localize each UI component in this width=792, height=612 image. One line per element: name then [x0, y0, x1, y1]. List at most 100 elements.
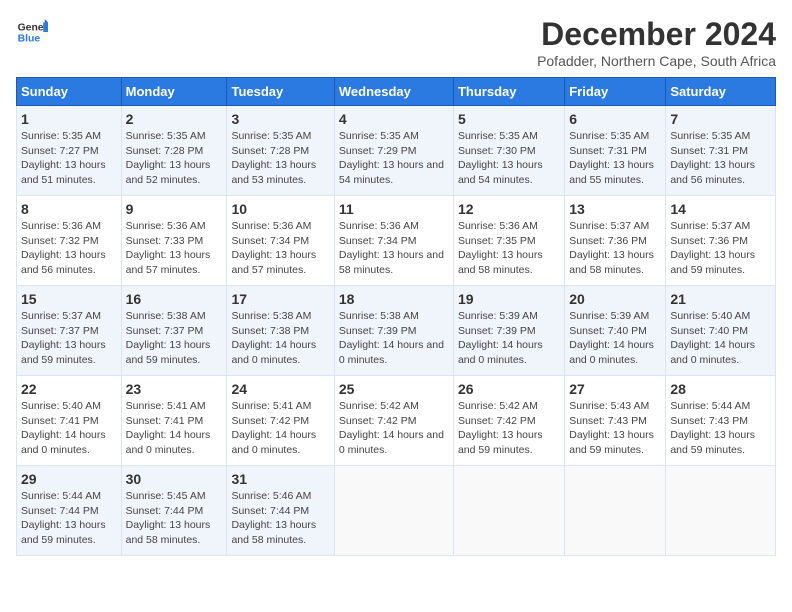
calendar-week-row: 29 Sunrise: 5:44 AM Sunset: 7:44 PM Dayl… [17, 466, 776, 556]
day-number: 13 [569, 201, 661, 217]
calendar-cell: 14 Sunrise: 5:37 AM Sunset: 7:36 PM Dayl… [666, 196, 776, 286]
calendar-cell: 2 Sunrise: 5:35 AM Sunset: 7:28 PM Dayli… [121, 106, 227, 196]
col-wednesday: Wednesday [334, 78, 453, 106]
calendar-cell: 26 Sunrise: 5:42 AM Sunset: 7:42 PM Dayl… [453, 376, 564, 466]
day-detail: Sunrise: 5:35 AM Sunset: 7:27 PM Dayligh… [21, 129, 117, 188]
day-detail: Sunrise: 5:38 AM Sunset: 7:38 PM Dayligh… [231, 309, 329, 368]
day-number: 3 [231, 111, 329, 127]
day-detail: Sunrise: 5:44 AM Sunset: 7:44 PM Dayligh… [21, 489, 117, 548]
calendar-table: Sunday Monday Tuesday Wednesday Thursday… [16, 77, 776, 556]
day-number: 10 [231, 201, 329, 217]
svg-text:Blue: Blue [18, 34, 41, 45]
page-header: General Blue December 2024 Pofadder, Nor… [16, 16, 776, 69]
day-detail: Sunrise: 5:36 AM Sunset: 7:34 PM Dayligh… [231, 219, 329, 278]
calendar-cell: 25 Sunrise: 5:42 AM Sunset: 7:42 PM Dayl… [334, 376, 453, 466]
day-detail: Sunrise: 5:43 AM Sunset: 7:43 PM Dayligh… [569, 399, 661, 458]
calendar-cell: 16 Sunrise: 5:38 AM Sunset: 7:37 PM Dayl… [121, 286, 227, 376]
calendar-cell: 27 Sunrise: 5:43 AM Sunset: 7:43 PM Dayl… [565, 376, 666, 466]
calendar-week-row: 15 Sunrise: 5:37 AM Sunset: 7:37 PM Dayl… [17, 286, 776, 376]
col-friday: Friday [565, 78, 666, 106]
calendar-cell: 18 Sunrise: 5:38 AM Sunset: 7:39 PM Dayl… [334, 286, 453, 376]
day-number: 19 [458, 291, 560, 307]
day-detail: Sunrise: 5:38 AM Sunset: 7:37 PM Dayligh… [126, 309, 223, 368]
day-detail: Sunrise: 5:35 AM Sunset: 7:28 PM Dayligh… [231, 129, 329, 188]
calendar-cell: 6 Sunrise: 5:35 AM Sunset: 7:31 PM Dayli… [565, 106, 666, 196]
day-detail: Sunrise: 5:40 AM Sunset: 7:41 PM Dayligh… [21, 399, 117, 458]
calendar-week-row: 22 Sunrise: 5:40 AM Sunset: 7:41 PM Dayl… [17, 376, 776, 466]
calendar-cell [666, 466, 776, 556]
day-number: 15 [21, 291, 117, 307]
day-detail: Sunrise: 5:36 AM Sunset: 7:35 PM Dayligh… [458, 219, 560, 278]
day-number: 8 [21, 201, 117, 217]
calendar-cell: 29 Sunrise: 5:44 AM Sunset: 7:44 PM Dayl… [17, 466, 122, 556]
calendar-cell: 3 Sunrise: 5:35 AM Sunset: 7:28 PM Dayli… [227, 106, 334, 196]
day-detail: Sunrise: 5:35 AM Sunset: 7:31 PM Dayligh… [670, 129, 771, 188]
day-detail: Sunrise: 5:37 AM Sunset: 7:36 PM Dayligh… [670, 219, 771, 278]
calendar-cell: 19 Sunrise: 5:39 AM Sunset: 7:39 PM Dayl… [453, 286, 564, 376]
day-number: 26 [458, 381, 560, 397]
day-number: 24 [231, 381, 329, 397]
calendar-cell: 28 Sunrise: 5:44 AM Sunset: 7:43 PM Dayl… [666, 376, 776, 466]
calendar-cell: 4 Sunrise: 5:35 AM Sunset: 7:29 PM Dayli… [334, 106, 453, 196]
day-number: 17 [231, 291, 329, 307]
day-number: 31 [231, 471, 329, 487]
calendar-cell: 20 Sunrise: 5:39 AM Sunset: 7:40 PM Dayl… [565, 286, 666, 376]
day-detail: Sunrise: 5:39 AM Sunset: 7:39 PM Dayligh… [458, 309, 560, 368]
col-saturday: Saturday [666, 78, 776, 106]
day-detail: Sunrise: 5:45 AM Sunset: 7:44 PM Dayligh… [126, 489, 223, 548]
calendar-cell: 31 Sunrise: 5:46 AM Sunset: 7:44 PM Dayl… [227, 466, 334, 556]
logo: General Blue [16, 16, 48, 48]
calendar-cell: 22 Sunrise: 5:40 AM Sunset: 7:41 PM Dayl… [17, 376, 122, 466]
day-number: 18 [339, 291, 449, 307]
location-subtitle: Pofadder, Northern Cape, South Africa [537, 53, 776, 69]
day-detail: Sunrise: 5:35 AM Sunset: 7:31 PM Dayligh… [569, 129, 661, 188]
day-detail: Sunrise: 5:36 AM Sunset: 7:33 PM Dayligh… [126, 219, 223, 278]
calendar-cell: 11 Sunrise: 5:36 AM Sunset: 7:34 PM Dayl… [334, 196, 453, 286]
month-year-title: December 2024 [537, 16, 776, 53]
day-number: 2 [126, 111, 223, 127]
calendar-cell: 7 Sunrise: 5:35 AM Sunset: 7:31 PM Dayli… [666, 106, 776, 196]
day-number: 6 [569, 111, 661, 127]
day-detail: Sunrise: 5:37 AM Sunset: 7:36 PM Dayligh… [569, 219, 661, 278]
day-number: 25 [339, 381, 449, 397]
day-number: 20 [569, 291, 661, 307]
calendar-cell: 15 Sunrise: 5:37 AM Sunset: 7:37 PM Dayl… [17, 286, 122, 376]
logo-icon: General Blue [16, 16, 48, 48]
calendar-cell: 9 Sunrise: 5:36 AM Sunset: 7:33 PM Dayli… [121, 196, 227, 286]
day-detail: Sunrise: 5:36 AM Sunset: 7:34 PM Dayligh… [339, 219, 449, 278]
day-number: 23 [126, 381, 223, 397]
day-detail: Sunrise: 5:39 AM Sunset: 7:40 PM Dayligh… [569, 309, 661, 368]
day-detail: Sunrise: 5:41 AM Sunset: 7:42 PM Dayligh… [231, 399, 329, 458]
calendar-cell: 23 Sunrise: 5:41 AM Sunset: 7:41 PM Dayl… [121, 376, 227, 466]
day-detail: Sunrise: 5:38 AM Sunset: 7:39 PM Dayligh… [339, 309, 449, 368]
calendar-cell [453, 466, 564, 556]
day-detail: Sunrise: 5:36 AM Sunset: 7:32 PM Dayligh… [21, 219, 117, 278]
calendar-cell: 1 Sunrise: 5:35 AM Sunset: 7:27 PM Dayli… [17, 106, 122, 196]
day-number: 11 [339, 201, 449, 217]
day-detail: Sunrise: 5:35 AM Sunset: 7:29 PM Dayligh… [339, 129, 449, 188]
day-detail: Sunrise: 5:35 AM Sunset: 7:30 PM Dayligh… [458, 129, 560, 188]
calendar-cell: 12 Sunrise: 5:36 AM Sunset: 7:35 PM Dayl… [453, 196, 564, 286]
col-thursday: Thursday [453, 78, 564, 106]
day-number: 22 [21, 381, 117, 397]
calendar-cell: 8 Sunrise: 5:36 AM Sunset: 7:32 PM Dayli… [17, 196, 122, 286]
day-number: 1 [21, 111, 117, 127]
calendar-week-row: 1 Sunrise: 5:35 AM Sunset: 7:27 PM Dayli… [17, 106, 776, 196]
day-number: 7 [670, 111, 771, 127]
calendar-cell: 24 Sunrise: 5:41 AM Sunset: 7:42 PM Dayl… [227, 376, 334, 466]
calendar-cell: 21 Sunrise: 5:40 AM Sunset: 7:40 PM Dayl… [666, 286, 776, 376]
day-number: 16 [126, 291, 223, 307]
col-monday: Monday [121, 78, 227, 106]
calendar-cell: 10 Sunrise: 5:36 AM Sunset: 7:34 PM Dayl… [227, 196, 334, 286]
day-detail: Sunrise: 5:40 AM Sunset: 7:40 PM Dayligh… [670, 309, 771, 368]
day-detail: Sunrise: 5:41 AM Sunset: 7:41 PM Dayligh… [126, 399, 223, 458]
calendar-cell: 30 Sunrise: 5:45 AM Sunset: 7:44 PM Dayl… [121, 466, 227, 556]
col-sunday: Sunday [17, 78, 122, 106]
day-number: 5 [458, 111, 560, 127]
day-number: 4 [339, 111, 449, 127]
day-detail: Sunrise: 5:44 AM Sunset: 7:43 PM Dayligh… [670, 399, 771, 458]
day-number: 21 [670, 291, 771, 307]
day-number: 28 [670, 381, 771, 397]
day-detail: Sunrise: 5:42 AM Sunset: 7:42 PM Dayligh… [339, 399, 449, 458]
day-number: 14 [670, 201, 771, 217]
